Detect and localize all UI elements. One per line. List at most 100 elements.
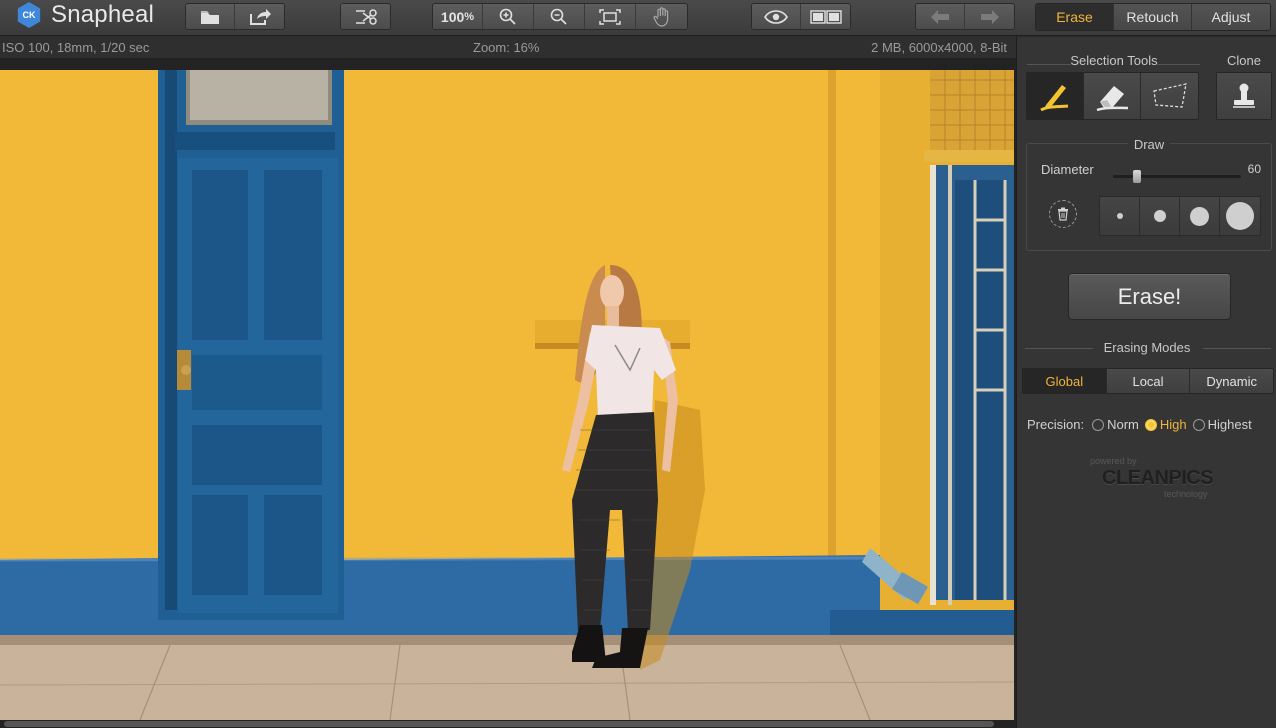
clone-tools (1216, 72, 1272, 120)
crop-button-group (340, 3, 391, 30)
precision-high-label: High (1159, 417, 1187, 432)
folder-icon (201, 10, 219, 24)
history-button-group (915, 3, 1015, 30)
tab-adjust[interactable]: Adjust (1192, 4, 1270, 30)
diameter-value: 60 (1247, 162, 1261, 176)
draw-title-text: Draw (1127, 137, 1171, 152)
redo-arrow-icon (980, 9, 999, 24)
hand-icon (653, 6, 668, 27)
erasing-modes-divider-left (1025, 348, 1093, 349)
zoom-100-value: 100 (440, 8, 465, 25)
powered-by-text: powered by (1090, 456, 1137, 466)
erase-button[interactable]: Erase! (1068, 273, 1231, 320)
compare-button[interactable] (801, 4, 850, 29)
zoom-button-group: 100% (432, 3, 688, 30)
tab-erase[interactable]: Erase (1036, 4, 1114, 30)
diameter-slider-knob[interactable] (1133, 170, 1142, 183)
tab-retouch[interactable]: Retouch (1114, 4, 1192, 30)
draw-title: Draw (1027, 137, 1271, 152)
erasing-modes-divider-right (1203, 348, 1271, 349)
cleanpics-brand: CLEANPICS (1102, 467, 1214, 489)
app-title: Snapheal (51, 1, 155, 28)
precision-norm-label: Norm (1107, 417, 1139, 432)
brush-dot-tiny (1116, 213, 1123, 219)
clone-stamp-button[interactable] (1217, 73, 1271, 119)
photo-scene (0, 70, 1014, 720)
technology-text: technology (1164, 489, 1208, 499)
brush-dot-small (1153, 210, 1166, 222)
selection-title-divider-left (1027, 64, 1071, 65)
eraser-tool-button[interactable] (1084, 73, 1141, 119)
precision-high[interactable]: High (1144, 417, 1187, 432)
app-logo: CK Snapheal (16, 1, 154, 29)
brush-size-medium[interactable] (1180, 197, 1220, 235)
file-button-group (185, 3, 285, 30)
zoom-info: Zoom: 16% (473, 40, 540, 55)
zoom-out-icon (550, 8, 567, 25)
fit-screen-icon (599, 8, 621, 25)
undo-arrow-icon (931, 9, 949, 24)
selection-tools (1026, 72, 1199, 120)
eraser-icon (1096, 86, 1129, 112)
erasing-mode-tabs: Global Local Dynamic (1022, 368, 1274, 394)
split-view-icon (809, 9, 842, 24)
zoom-in-icon (499, 8, 516, 25)
main-toolbar: CK Snapheal 100% Erase Retouch Adjust (0, 0, 1276, 36)
pan-hand-button[interactable] (636, 4, 687, 29)
clone-title: Clone (1227, 53, 1261, 68)
share-button[interactable] (235, 4, 284, 29)
lasso-tool-button[interactable] (1141, 73, 1198, 119)
open-button[interactable] (186, 4, 235, 29)
precision-options: Precision: Norm High Highest (1027, 417, 1276, 432)
brush-tool-button[interactable] (1027, 73, 1084, 119)
precision-highest-radio[interactable] (1192, 418, 1205, 431)
crop-button[interactable] (341, 4, 390, 29)
draw-settings: Draw Diameter 60 (1026, 137, 1272, 251)
precision-highest[interactable]: Highest (1192, 417, 1252, 432)
pencil-brush-icon (1040, 85, 1069, 112)
zoom-out-button[interactable] (534, 4, 585, 29)
mode-local[interactable]: Local (1106, 369, 1191, 393)
zoom-100-button[interactable]: 100% (433, 4, 483, 29)
image-info-bar: ISO 100, 18mm, 1/20 sec Zoom: 16% 2 MB, … (0, 37, 1016, 58)
lasso-selection-icon (1152, 83, 1187, 108)
precision-norm[interactable]: Norm (1092, 417, 1139, 432)
eye-icon (764, 9, 788, 24)
mode-dynamic[interactable]: Dynamic (1190, 369, 1273, 393)
trash-icon (1058, 207, 1068, 221)
redo-button[interactable] (965, 4, 1014, 29)
view-button-group (751, 3, 851, 30)
app-logo-badge: CK (17, 2, 41, 28)
mode-tabs: Erase Retouch Adjust (1035, 3, 1271, 31)
fit-screen-button[interactable] (585, 4, 636, 29)
share-icon (249, 8, 271, 25)
brush-size-small[interactable] (1140, 197, 1180, 235)
precision-high-radio[interactable] (1144, 418, 1157, 431)
brush-size-large[interactable] (1220, 197, 1260, 235)
horizontal-scrollbar[interactable] (4, 721, 994, 727)
scissors-icon (355, 8, 377, 25)
preview-button[interactable] (752, 4, 801, 29)
zoom-100-unit: % (464, 10, 475, 23)
photo[interactable] (0, 70, 1014, 720)
precision-highest-label: Highest (1207, 417, 1252, 432)
brush-dot-large (1226, 202, 1254, 230)
undo-button[interactable] (916, 4, 965, 29)
brush-dot-medium (1190, 206, 1209, 226)
diameter-slider[interactable] (1113, 170, 1241, 183)
precision-norm-radio[interactable] (1092, 418, 1105, 431)
zoom-in-button[interactable] (483, 4, 534, 29)
diameter-label: Diameter (1041, 162, 1094, 177)
erase-panel: Selection Tools Clone Draw Diameter 60 E… (1016, 37, 1276, 728)
stamp-icon (1233, 83, 1255, 108)
clear-selection-button[interactable] (1049, 200, 1077, 228)
exif-info: ISO 100, 18mm, 1/20 sec (2, 40, 150, 55)
brush-size-presets (1099, 196, 1261, 236)
mode-global[interactable]: Global (1023, 369, 1107, 393)
file-info: 2 MB, 6000x4000, 8-Bit (871, 40, 1007, 55)
image-canvas[interactable] (0, 58, 1016, 728)
brush-size-tiny[interactable] (1100, 197, 1140, 235)
precision-label: Precision: (1027, 417, 1085, 432)
selection-tools-title: Selection Tools (1070, 53, 1158, 68)
selection-title-divider-right (1156, 64, 1200, 65)
